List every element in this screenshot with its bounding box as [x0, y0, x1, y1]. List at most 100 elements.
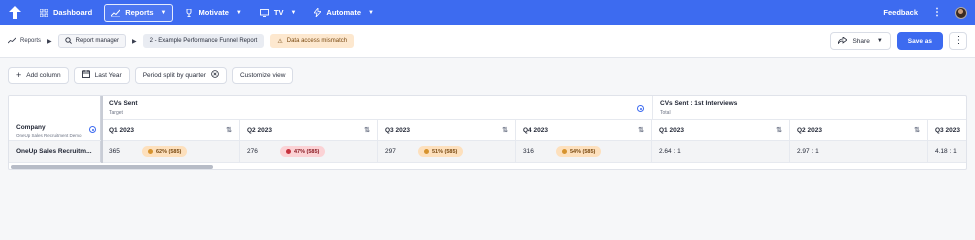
date-range-button[interactable]: Last Year: [73, 66, 130, 84]
sort-icon[interactable]: ⇅: [502, 126, 508, 134]
quarter-header[interactable]: Q1 2023 ⇅: [652, 120, 790, 140]
cell-value: 316: [523, 148, 534, 155]
badge-label: 62% (585): [156, 148, 182, 155]
group-subtitle: Total: [660, 109, 671, 116]
calendar-icon: [81, 70, 90, 80]
chevron-right-icon: ▶: [47, 38, 52, 45]
add-column-label: Add column: [26, 71, 61, 79]
table-quarter-header-row: Q1 2023 ⇅ Q2 2023 ⇅ Q3 2023 ⇅ Q4 2023 ⇅ Q1 2…: [9, 120, 966, 141]
quarter-label: Q3 2023: [385, 126, 410, 134]
oneup-logo-icon[interactable]: [8, 6, 22, 20]
quarter-header[interactable]: Q3 2023 ⇅: [378, 120, 516, 140]
sort-icon[interactable]: ⇅: [776, 126, 782, 134]
quarter-header[interactable]: Q4 2023 ⇅: [516, 120, 652, 140]
quarter-header[interactable]: Q3 2023: [928, 120, 966, 140]
plus-icon: +: [16, 69, 22, 80]
date-range-label: Last Year: [94, 71, 122, 79]
breadcrumb-reports[interactable]: Reports: [7, 37, 42, 46]
nav-automate[interactable]: Automate ▼: [308, 4, 380, 22]
data-cell[interactable]: 316 54% (585): [516, 141, 652, 162]
status-dot-icon: [286, 149, 291, 154]
table-group-header-row: CVs Sent Target CVs Sent : 1st Interview…: [9, 96, 966, 120]
nav-dashboard[interactable]: Dashboard: [34, 4, 98, 22]
breadcrumb-current-report[interactable]: 2 - Example Performance Funnel Report: [142, 34, 265, 48]
data-cell[interactable]: 365 62% (585): [102, 141, 240, 162]
nav-motivate-label: Motivate: [198, 8, 229, 17]
data-cell[interactable]: 297 51% (585): [378, 141, 516, 162]
nav-tv[interactable]: TV ▼: [254, 4, 303, 22]
nav-dashboard-label: Dashboard: [53, 8, 93, 17]
close-circle-icon[interactable]: [211, 70, 219, 80]
customize-view-label: Customize view: [239, 71, 286, 79]
sort-icon[interactable]: ⇅: [638, 126, 644, 134]
breadcrumb-reports-label: Reports: [20, 38, 42, 44]
more-vertical-icon: ⋮: [953, 35, 964, 46]
monitor-icon: [259, 8, 269, 17]
data-cell[interactable]: 2.97 : 1: [790, 141, 928, 162]
data-access-warning-badge[interactable]: ⚠ Data access mismatch: [270, 34, 355, 48]
more-vertical-icon[interactable]: ⋮: [932, 7, 942, 18]
top-navigation: Dashboard Reports ▼ Motivate ▼ TV ▼ Auto…: [0, 0, 975, 25]
save-as-label: Save as: [907, 37, 932, 45]
cell-value: 2.64 : 1: [659, 148, 681, 155]
grid-icon: [40, 8, 48, 17]
customize-view-button[interactable]: Customize view: [231, 66, 294, 84]
company-name-cell[interactable]: OneUp Sales Recruitm...: [9, 141, 101, 162]
quarter-header[interactable]: Q2 2023 ⇅: [790, 120, 928, 140]
current-report-label: 2 - Example Performance Funnel Report: [149, 38, 258, 44]
sort-icon[interactable]: ⇅: [914, 126, 920, 134]
save-as-button[interactable]: Save as: [896, 32, 943, 50]
settings-icon[interactable]: [637, 105, 644, 112]
report-toolbar: + Add column Last Year Period split by q…: [0, 58, 975, 92]
nav-reports[interactable]: Reports ▼: [104, 3, 174, 22]
cell-value: 365: [109, 148, 120, 155]
report-table: CVs Sent Target CVs Sent : 1st Interview…: [8, 95, 967, 170]
nav-automate-label: Automate: [326, 8, 361, 17]
group-header-cvs-sent[interactable]: CVs Sent Target: [102, 96, 652, 119]
breadcrumb: Reports ▶ Report manager ▶ 2 - Example P…: [0, 25, 975, 58]
quarter-label: Q1 2023: [109, 126, 134, 134]
badge-label: 54% (585): [570, 148, 596, 155]
chevron-down-icon: ▼: [876, 38, 883, 44]
group-title: CVs Sent: [109, 99, 138, 107]
breadcrumb-report-manager[interactable]: Report manager: [57, 34, 126, 48]
period-split-button[interactable]: Period split by quarter: [134, 66, 227, 84]
badge-label: 47% (585): [294, 148, 320, 155]
quarter-label: Q2 2023: [797, 126, 822, 134]
group-title: CVs Sent : 1st Interviews: [660, 99, 738, 107]
badge-label: 51% (585): [432, 148, 458, 155]
add-column-button[interactable]: + Add column: [8, 66, 69, 84]
data-cell[interactable]: 4.18 : 1: [928, 141, 966, 162]
chevron-down-icon: ▼: [160, 9, 167, 16]
cell-value: 4.18 : 1: [935, 148, 957, 155]
nav-tv-label: TV: [273, 8, 284, 17]
quarter-label: Q3 2023: [935, 126, 960, 134]
report-manager-label: Report manager: [75, 38, 119, 44]
sort-icon[interactable]: ⇅: [226, 126, 232, 134]
more-options-button[interactable]: ⋮: [949, 32, 967, 50]
quarter-header[interactable]: Q2 2023 ⇅: [240, 120, 378, 140]
horizontal-scrollbar[interactable]: [11, 165, 213, 169]
data-cell[interactable]: 2.64 : 1: [652, 141, 790, 162]
group-header-cvs-interviews[interactable]: CVs Sent : 1st Interviews Total: [652, 96, 966, 119]
share-button[interactable]: Share ▼: [830, 32, 891, 50]
period-split-label: Period split by quarter: [142, 71, 206, 79]
frozen-column-divider: [101, 96, 103, 163]
status-badge: 51% (585): [418, 146, 464, 157]
quarter-header[interactable]: Q1 2023 ⇅: [102, 120, 240, 140]
quarter-label: Q1 2023: [659, 126, 684, 134]
feedback-link[interactable]: Feedback: [883, 8, 918, 17]
cell-value: 297: [385, 148, 396, 155]
nav-motivate[interactable]: Motivate ▼: [179, 4, 247, 22]
table-row[interactable]: OneUp Sales Recruitm... 365 62% (585) 27…: [9, 141, 966, 163]
status-dot-icon: [562, 149, 567, 154]
sort-icon[interactable]: ⇅: [364, 126, 370, 134]
share-icon: [838, 35, 849, 46]
avatar[interactable]: [955, 6, 967, 19]
status-badge: 47% (585): [280, 146, 326, 157]
status-dot-icon: [148, 149, 153, 154]
chevron-down-icon: ▼: [368, 9, 374, 16]
status-badge: 62% (585): [142, 146, 188, 157]
search-icon: [64, 36, 72, 46]
data-cell[interactable]: 276 47% (585): [240, 141, 378, 162]
